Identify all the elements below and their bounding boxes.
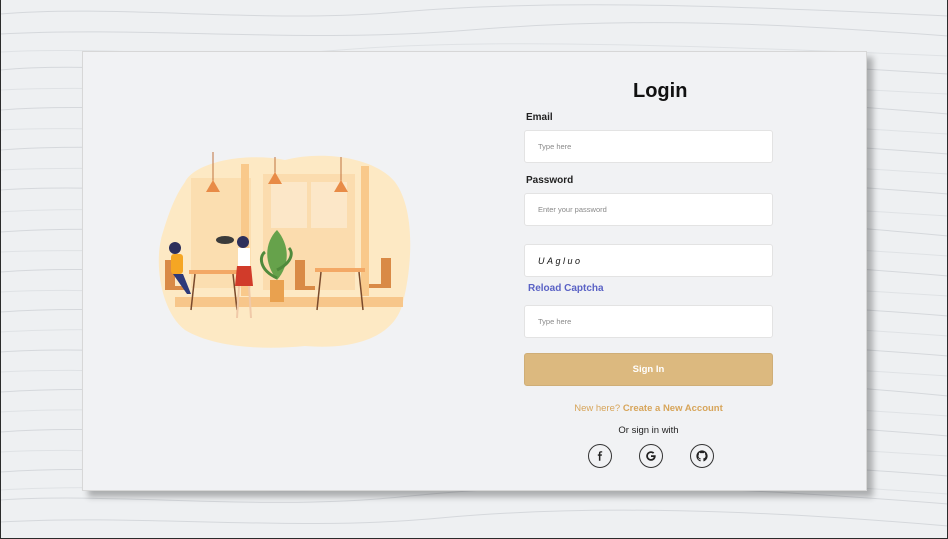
restaurant-illustration bbox=[158, 152, 411, 348]
create-account-link[interactable]: Create a New Account bbox=[623, 403, 723, 414]
new-account-prompt: New here? Create a New Account bbox=[524, 403, 773, 414]
reload-captcha-link[interactable]: Reload Captcha bbox=[528, 283, 604, 294]
facebook-icon bbox=[597, 451, 603, 461]
new-here-text: New here? bbox=[574, 403, 621, 414]
email-field[interactable] bbox=[524, 130, 773, 163]
email-label: Email bbox=[526, 112, 553, 123]
captcha-input[interactable] bbox=[524, 305, 773, 338]
google-icon bbox=[646, 451, 656, 461]
facebook-button[interactable] bbox=[588, 444, 612, 468]
login-card: Login Email Password UAgluo Reload Captc… bbox=[82, 51, 867, 491]
password-label: Password bbox=[526, 175, 574, 186]
page-title: Login bbox=[633, 80, 688, 102]
google-button[interactable] bbox=[639, 444, 663, 468]
password-field[interactable] bbox=[524, 193, 773, 226]
sign-in-button[interactable]: Sign In bbox=[524, 353, 773, 386]
captcha-display: UAgluo bbox=[524, 244, 773, 277]
github-icon bbox=[696, 450, 708, 462]
github-button[interactable] bbox=[690, 444, 714, 468]
or-sign-in-text: Or sign in with bbox=[618, 425, 679, 436]
